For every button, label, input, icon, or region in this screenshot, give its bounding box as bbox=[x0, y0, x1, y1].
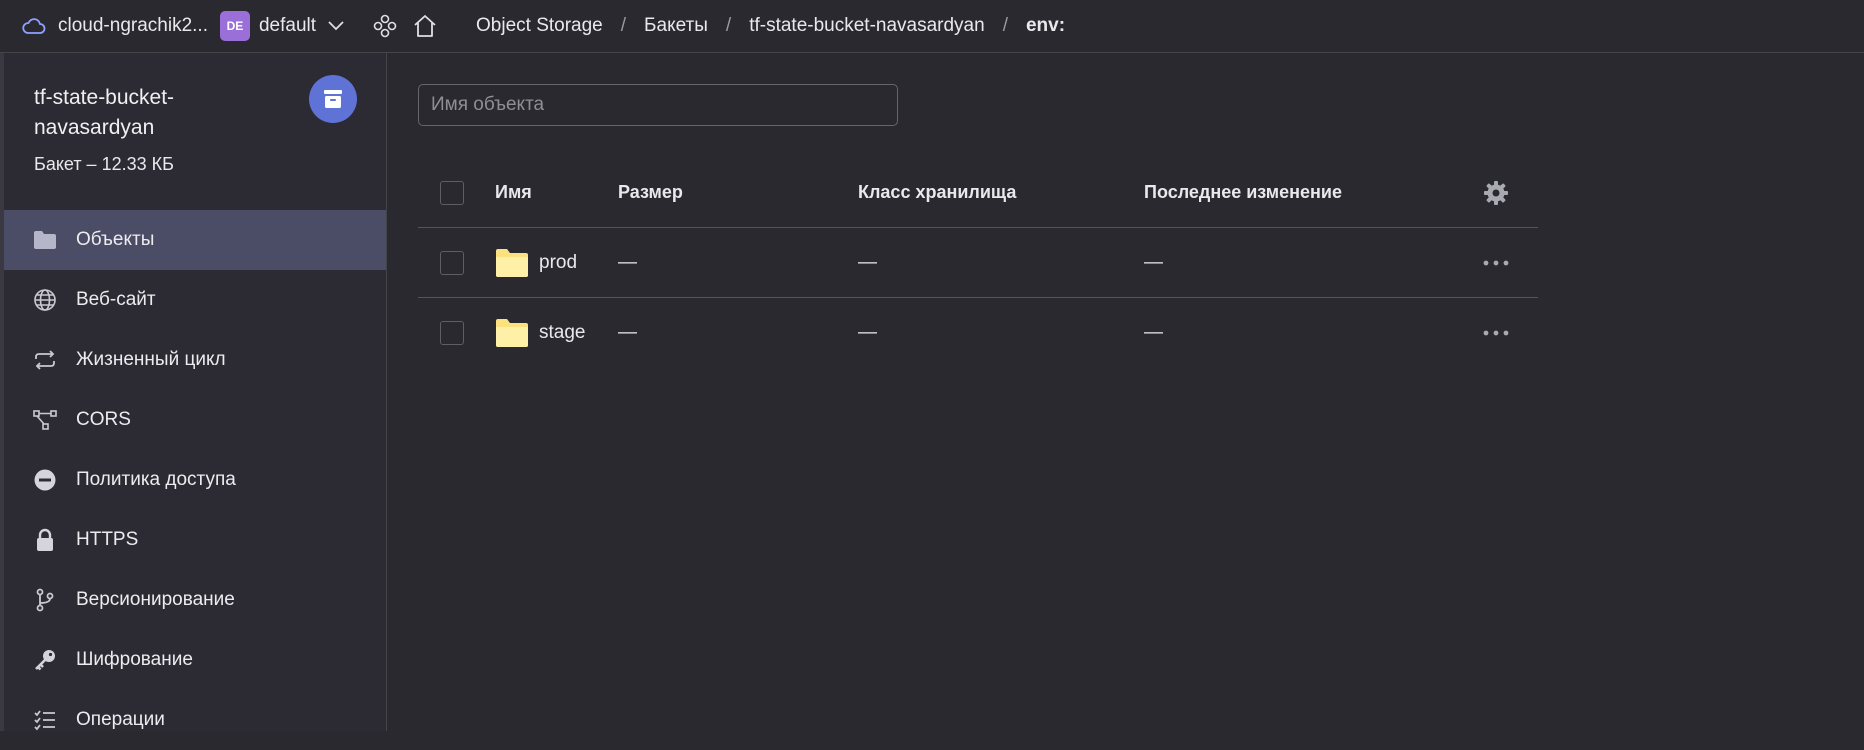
breadcrumb-separator: / bbox=[620, 15, 627, 36]
search-input[interactable] bbox=[418, 84, 898, 126]
lock-icon bbox=[32, 527, 58, 553]
column-size[interactable]: Размер bbox=[618, 182, 683, 203]
sidebar-item-operations[interactable]: Операции bbox=[4, 690, 386, 750]
key-icon bbox=[32, 647, 58, 673]
sidebar-item-website[interactable]: Веб-сайт bbox=[4, 270, 386, 330]
bucket-title: tf-state-bucket-navasardyan bbox=[34, 86, 175, 139]
gear-icon[interactable] bbox=[1483, 180, 1509, 206]
cycle-icon bbox=[32, 347, 58, 373]
top-bar: cloud-ngrachik2... DE default Object Sto… bbox=[0, 0, 1864, 53]
row-checkbox[interactable] bbox=[440, 250, 464, 275]
table-row[interactable]: stage — — — bbox=[418, 298, 1538, 368]
sidebar-item-objects[interactable]: Объекты bbox=[4, 210, 386, 270]
breadcrumb-buckets[interactable]: Бакеты bbox=[644, 15, 708, 37]
services-icon[interactable] bbox=[372, 13, 398, 39]
row-last-modified: — bbox=[1144, 251, 1163, 273]
row-name-cell[interactable]: prod bbox=[495, 248, 577, 278]
folder-icon bbox=[32, 227, 58, 253]
sidebar-item-label: Объекты bbox=[76, 229, 155, 250]
bucket-subtitle: Бакет – 12.33 КБ bbox=[34, 154, 174, 174]
sidebar-item-access-policy[interactable]: Политика доступа bbox=[4, 450, 386, 510]
column-name[interactable]: Имя bbox=[495, 182, 532, 203]
breadcrumb-current: env: bbox=[1025, 15, 1066, 36]
home-icon[interactable] bbox=[412, 13, 438, 39]
sidebar-item-label: Веб-сайт bbox=[76, 289, 156, 310]
sidebar-item-label: Жизненный цикл bbox=[76, 349, 226, 370]
sidebar-item-https[interactable]: HTTPS bbox=[4, 510, 386, 570]
checklist-icon bbox=[32, 707, 58, 733]
sidebar: tf-state-bucket-navasardyan Бакет – 12.3… bbox=[0, 53, 387, 731]
bucket-avatar bbox=[309, 75, 357, 123]
sidebar-item-label: Шифрование bbox=[76, 649, 193, 670]
cors-icon bbox=[32, 407, 58, 433]
branch-icon bbox=[32, 587, 58, 613]
row-size: — bbox=[618, 251, 637, 273]
table-header: Имя Размер Класс хранилища Последнее изм… bbox=[418, 158, 1538, 228]
select-all-checkbox[interactable] bbox=[440, 180, 464, 205]
row-storage-class: — bbox=[858, 322, 877, 343]
breadcrumb-separator: / bbox=[725, 15, 732, 36]
row-storage-class: — bbox=[858, 251, 877, 273]
column-last-modified[interactable]: Последнее изменение bbox=[1144, 182, 1342, 203]
sidebar-item-cors[interactable]: CORS bbox=[4, 390, 386, 450]
sidebar-item-label: CORS bbox=[76, 409, 131, 430]
row-checkbox[interactable] bbox=[440, 321, 464, 345]
sidebar-item-lifecycle[interactable]: Жизненный цикл bbox=[4, 330, 386, 390]
folder-icon bbox=[496, 248, 528, 277]
table-row[interactable]: prod — — — bbox=[418, 228, 1538, 298]
main-content: Имя Размер Класс хранилища Последнее изм… bbox=[388, 53, 1864, 731]
globe-icon bbox=[32, 287, 58, 313]
sidebar-item-encryption[interactable]: Шифрование bbox=[4, 630, 386, 690]
sidebar-item-label: HTTPS bbox=[76, 529, 139, 550]
sidebar-item-label: Политика доступа bbox=[76, 469, 236, 490]
row-last-modified: — bbox=[1144, 322, 1163, 343]
breadcrumb: Object Storage / Бакеты / tf-state-bucke… bbox=[476, 15, 1065, 37]
more-actions-icon[interactable] bbox=[1483, 260, 1509, 266]
more-actions-icon[interactable] bbox=[1483, 330, 1509, 336]
breadcrumb-separator: / bbox=[1002, 15, 1008, 36]
sidebar-item-label: Версионирование bbox=[76, 589, 235, 610]
row-name[interactable]: prod bbox=[539, 252, 577, 274]
breadcrumb-object-storage[interactable]: Object Storage bbox=[476, 15, 603, 37]
sidebar-item-label: Операции bbox=[76, 709, 165, 730]
chevron-down-icon[interactable] bbox=[328, 21, 344, 31]
objects-table: Имя Размер Класс хранилища Последнее изм… bbox=[418, 158, 1538, 368]
column-storage-class[interactable]: Класс хранилища bbox=[858, 182, 1016, 203]
cloud-name: cloud-ngrachik2... bbox=[58, 15, 208, 36]
breadcrumb-bucket[interactable]: tf-state-bucket-navasardyan bbox=[749, 15, 985, 37]
row-name-cell[interactable]: stage bbox=[495, 318, 585, 348]
folder-icon bbox=[496, 319, 528, 347]
cloud-icon bbox=[22, 18, 46, 34]
row-name[interactable]: stage bbox=[539, 322, 585, 344]
archive-icon bbox=[324, 90, 342, 108]
sidebar-item-versioning[interactable]: Версионирование bbox=[4, 570, 386, 630]
row-size: — bbox=[618, 322, 637, 343]
no-entry-icon bbox=[32, 467, 58, 493]
folder-name[interactable]: default bbox=[259, 15, 316, 37]
bucket-header: tf-state-bucket-navasardyan Бакет – 12.3… bbox=[4, 53, 386, 210]
cloud-selector[interactable]: cloud-ngrachik2... bbox=[22, 15, 208, 37]
folder-badge[interactable]: DE bbox=[219, 11, 250, 41]
